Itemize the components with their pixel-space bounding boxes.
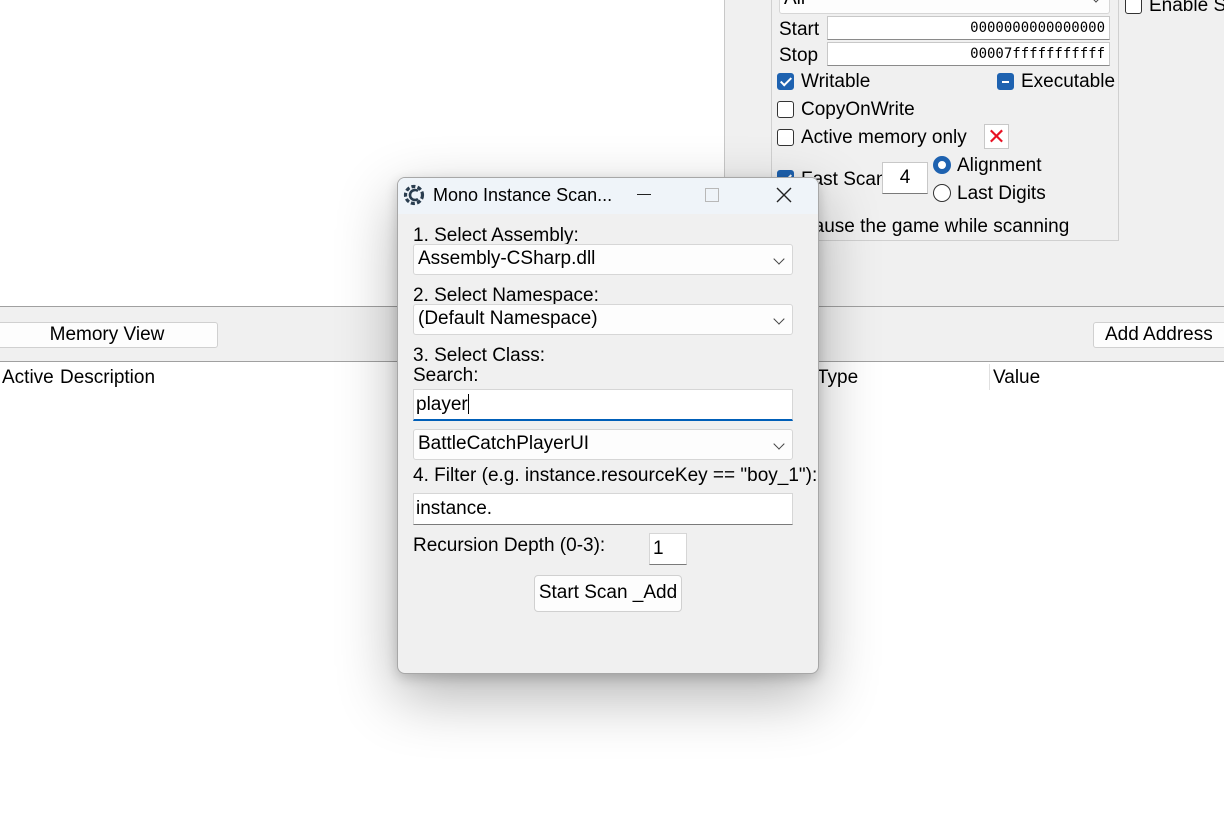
minimize-button[interactable] bbox=[621, 178, 667, 214]
column-active[interactable]: Active bbox=[2, 367, 54, 389]
cheat-engine-icon bbox=[403, 184, 425, 206]
namespace-combo[interactable]: (Default Namespace) bbox=[413, 304, 793, 335]
writable-label: Writable bbox=[801, 71, 871, 92]
start-address-field[interactable]: 0000000000000000 bbox=[827, 16, 1110, 40]
mono-instance-scan-dialog: Mono Instance Scan... 1. Select Assembly… bbox=[397, 177, 819, 674]
chevron-down-icon bbox=[773, 253, 785, 265]
executable-checkbox[interactable] bbox=[997, 73, 1014, 90]
alignment-label: Alignment bbox=[957, 155, 1042, 176]
chevron-down-icon bbox=[1090, 0, 1102, 3]
search-label: Search: bbox=[413, 365, 479, 386]
dialog-titlebar[interactable]: Mono Instance Scan... bbox=[398, 178, 818, 214]
minimize-icon bbox=[637, 194, 651, 196]
stop-label: Stop bbox=[779, 45, 819, 66]
memory-view-button[interactable]: Memory View bbox=[0, 322, 218, 348]
active-memory-checkbox[interactable] bbox=[777, 129, 794, 146]
add-address-button[interactable]: Add Address bbox=[1093, 322, 1224, 348]
enable-speedhack-checkbox[interactable] bbox=[1125, 0, 1142, 14]
column-value[interactable]: Value bbox=[993, 367, 1040, 389]
dialog-title: Mono Instance Scan... bbox=[433, 185, 613, 205]
close-icon bbox=[776, 187, 792, 203]
select-class-label: 3. Select Class: bbox=[413, 345, 545, 366]
fast-scan-alignment-input[interactable]: 4 bbox=[882, 162, 928, 194]
start-scan-button[interactable]: Start Scan _Add bbox=[534, 575, 682, 612]
class-search-value: player bbox=[416, 394, 468, 415]
column-type[interactable]: Type bbox=[817, 367, 858, 389]
text-caret bbox=[467, 394, 469, 414]
chevron-down-icon bbox=[773, 313, 785, 325]
active-memory-label: Active memory only bbox=[801, 127, 967, 148]
copy-on-write-label: CopyOnWrite bbox=[801, 99, 915, 120]
filter-input[interactable]: instance. bbox=[413, 493, 793, 525]
pause-game-label: Pause the game while scanning bbox=[801, 216, 1070, 237]
red-x-icon[interactable]: ✕ bbox=[984, 124, 1009, 149]
filter-label: 4. Filter (e.g. instance.resourceKey == … bbox=[413, 465, 818, 486]
namespace-value: (Default Namespace) bbox=[418, 308, 598, 329]
maximize-button bbox=[689, 178, 735, 214]
last-digits-radio[interactable] bbox=[933, 184, 951, 202]
assembly-combo[interactable]: Assembly-CSharp.dll bbox=[413, 244, 793, 275]
maximize-icon bbox=[705, 187, 719, 202]
scan-type-combo[interactable]: All bbox=[779, 0, 1110, 14]
start-label: Start bbox=[779, 19, 820, 40]
last-digits-label: Last Digits bbox=[957, 183, 1046, 204]
column-separator bbox=[989, 364, 990, 390]
close-button[interactable] bbox=[761, 178, 807, 214]
recursion-depth-input[interactable]: 1 bbox=[649, 533, 687, 565]
scan-type-value: All bbox=[784, 0, 805, 9]
class-search-input[interactable]: player bbox=[413, 389, 793, 421]
class-combo[interactable]: BattleCatchPlayerUI bbox=[413, 429, 793, 460]
chevron-down-icon bbox=[773, 438, 785, 450]
writable-checkbox[interactable] bbox=[777, 73, 794, 90]
alignment-radio[interactable] bbox=[933, 156, 951, 174]
copy-on-write-checkbox[interactable] bbox=[777, 101, 794, 118]
class-value: BattleCatchPlayerUI bbox=[418, 433, 590, 454]
column-description[interactable]: Description bbox=[60, 367, 155, 389]
recursion-depth-label: Recursion Depth (0-3): bbox=[413, 535, 606, 556]
assembly-value: Assembly-CSharp.dll bbox=[418, 248, 596, 269]
stop-address-field[interactable]: 00007fffffffffff bbox=[827, 42, 1110, 66]
enable-speedhack-label: Enable S bbox=[1149, 0, 1224, 16]
executable-label: Executable bbox=[1021, 71, 1116, 92]
